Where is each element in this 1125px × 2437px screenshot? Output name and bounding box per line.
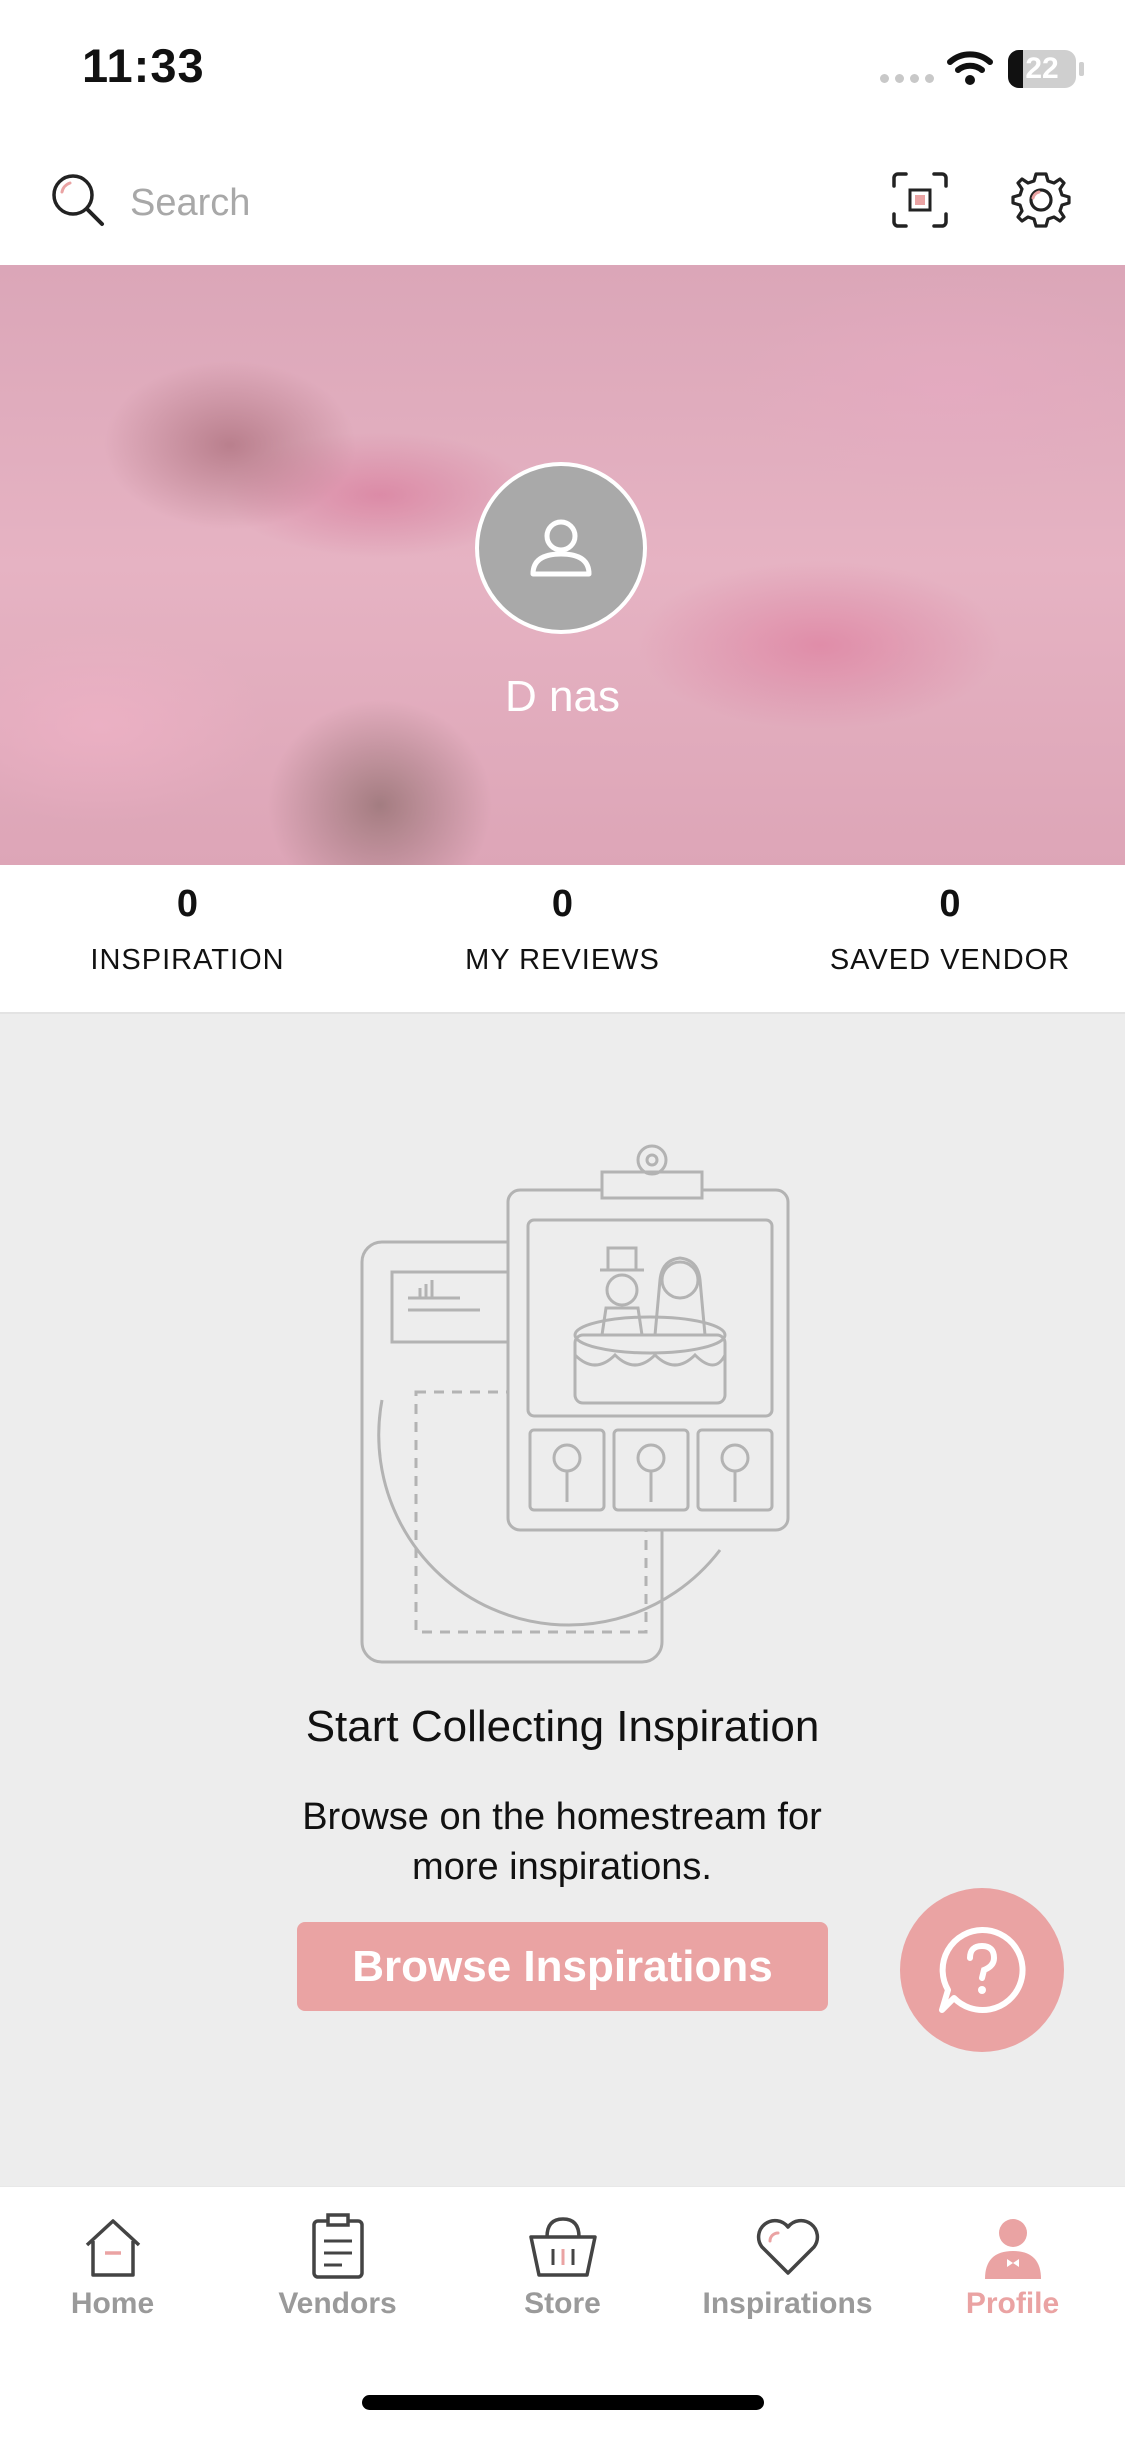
battery-cap [1079,62,1084,76]
stat-label: MY REVIEWS [465,944,660,976]
tab-label: Inspirations [702,2287,873,2320]
search-bar [0,140,1125,266]
scan-icon[interactable] [890,170,950,230]
stat-saved-vendor[interactable]: 0 SAVED VENDOR [750,883,1125,977]
stat-value: 0 [176,883,199,925]
empty-inspiration-illustration [360,1144,790,1664]
tab-label: Profile [965,2287,1060,2320]
home-icon [85,2219,140,2277]
tab-store[interactable]: Store [450,2211,675,2321]
profile-icon [984,2219,1041,2279]
tab-label: Home [70,2287,155,2320]
wifi-icon [947,51,993,85]
empty-state-title: Start Collecting Inspiration [305,1702,820,1751]
battery-percent: 22 [1025,52,1059,85]
stat-my-reviews[interactable]: 0 MY REVIEWS [375,883,750,977]
search-input[interactable] [128,174,832,232]
tab-label: Store [524,2287,601,2320]
cellular-signal-icon [880,74,934,83]
tab-vendors[interactable]: Vendors [225,2211,450,2321]
help-button[interactable] [900,1888,1064,2052]
tab-home[interactable]: Home [0,2211,225,2321]
stat-value: 0 [939,883,961,925]
tab-inspirations[interactable]: Inspirations [675,2211,900,2321]
stat-label: INSPIRATION [90,944,285,976]
avatar[interactable] [475,462,647,634]
empty-state-description: Browse on the homestream for more inspir… [302,1796,822,1888]
user-icon [530,519,592,577]
tab-profile[interactable]: Profile [900,2211,1125,2321]
status-time: 11:33 [82,39,205,92]
profile-name: D nas [505,672,620,721]
heart-icon [756,2218,819,2275]
tab-label: Vendors [278,2287,397,2320]
basket-icon [528,2217,597,2277]
search-icon[interactable] [48,170,108,230]
home-indicator [362,2395,764,2410]
help-chat-icon [939,1926,1026,2013]
status-bar: 11:33 22 [0,0,1125,140]
stat-value: 0 [551,883,574,925]
stat-label: SAVED VENDOR [829,944,1071,976]
clipboard-icon [311,2213,364,2279]
profile-stats: 0 INSPIRATION 0 MY REVIEWS 0 SAVED VENDO… [0,865,1125,1014]
battery-icon: 22 [1008,50,1076,88]
stat-inspiration[interactable]: 0 INSPIRATION [0,883,375,977]
gear-icon[interactable] [1009,168,1073,232]
browse-inspirations-button[interactable]: Browse Inspirations [297,1922,828,2011]
